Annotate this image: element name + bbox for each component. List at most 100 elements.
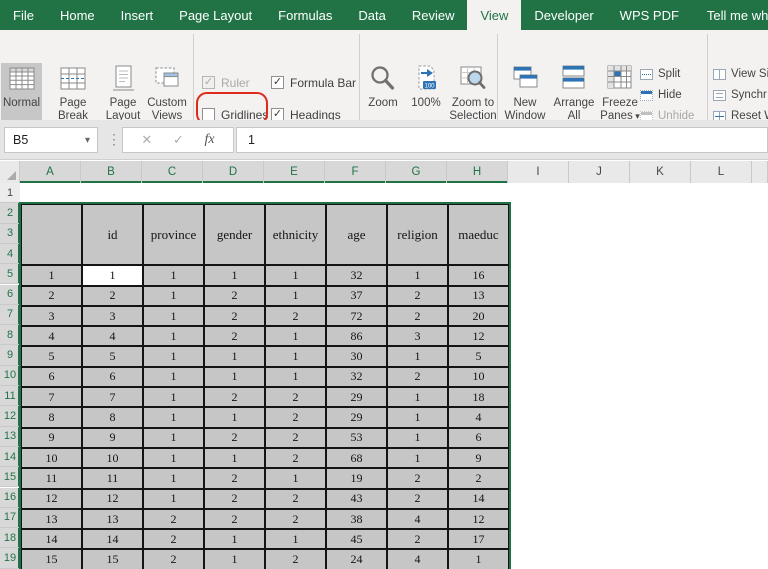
- cell-r14-c3[interactable]: 2: [144, 530, 205, 551]
- enter-icon[interactable]: ✓: [173, 132, 184, 148]
- cell-r3-c3[interactable]: 1: [144, 306, 205, 328]
- cell-r15-c2[interactable]: 15: [83, 550, 144, 569]
- cell-r1-c1[interactable]: 1: [22, 266, 83, 287]
- tab-view[interactable]: View: [467, 0, 522, 30]
- cell-r1-c5[interactable]: 1: [266, 266, 327, 287]
- cell-r9-c6[interactable]: 53: [327, 428, 388, 449]
- cancel-icon[interactable]: ✕: [141, 132, 152, 148]
- cell-r5-c4[interactable]: 1: [205, 347, 266, 368]
- cell-r1-c6[interactable]: 32: [327, 266, 388, 287]
- cell-r7-c1[interactable]: 7: [22, 388, 83, 409]
- cell-r12-c2[interactable]: 12: [83, 489, 144, 510]
- cell-r10-c1[interactable]: 10: [22, 448, 83, 470]
- cell-r8-c8[interactable]: 4: [449, 408, 510, 429]
- row-header-3[interactable]: 3: [0, 223, 20, 244]
- row-header-10[interactable]: 10: [0, 365, 20, 386]
- tab-page-layout[interactable]: Page Layout: [166, 0, 265, 30]
- cell-r11-c6[interactable]: 19: [327, 469, 388, 490]
- column-header-H[interactable]: H: [447, 161, 508, 183]
- table-header-gender[interactable]: gender: [205, 205, 266, 267]
- cell-r14-c4[interactable]: 1: [205, 530, 266, 551]
- select-all-corner[interactable]: [0, 161, 20, 183]
- cell-r6-c8[interactable]: 10: [449, 367, 510, 389]
- row-header-5[interactable]: 5: [0, 264, 20, 285]
- table-header-age[interactable]: age: [327, 205, 388, 267]
- cell-r10-c6[interactable]: 68: [327, 448, 388, 470]
- row-header-17[interactable]: 17: [0, 507, 20, 529]
- cell-r2-c8[interactable]: 13: [449, 286, 510, 307]
- cell-r4-c5[interactable]: 1: [266, 327, 327, 348]
- cell-r8-c4[interactable]: 1: [205, 408, 266, 429]
- cell-r3-c6[interactable]: 72: [327, 306, 388, 328]
- cell-r9-c7[interactable]: 1: [388, 428, 449, 449]
- cell-r15-c1[interactable]: 15: [22, 550, 83, 569]
- cell-r11-c5[interactable]: 1: [266, 469, 327, 490]
- cell-r7-c8[interactable]: 18: [449, 388, 510, 409]
- synchronous-scrolling-button[interactable]: Synchr: [713, 87, 768, 103]
- row-header-11[interactable]: 11: [0, 386, 20, 407]
- table-header-maeduc[interactable]: maeduc: [449, 205, 510, 267]
- cell-r6-c2[interactable]: 6: [83, 367, 144, 389]
- cell-r7-c4[interactable]: 2: [205, 388, 266, 409]
- row-header-15[interactable]: 15: [0, 467, 20, 488]
- cell-r1-c4[interactable]: 1: [205, 266, 266, 287]
- cell-r5-c1[interactable]: 5: [22, 347, 83, 368]
- row-header-16[interactable]: 16: [0, 487, 20, 508]
- cell-r2-c5[interactable]: 1: [266, 286, 327, 307]
- cell-r4-c8[interactable]: 12: [449, 327, 510, 348]
- cell-r14-c7[interactable]: 2: [388, 530, 449, 551]
- table-header-blank[interactable]: [22, 205, 83, 267]
- cell-r15-c6[interactable]: 24: [327, 550, 388, 569]
- cell-r15-c7[interactable]: 4: [388, 550, 449, 569]
- cell-r9-c8[interactable]: 6: [449, 428, 510, 449]
- cell-r2-c4[interactable]: 2: [205, 286, 266, 307]
- cell-r2-c3[interactable]: 1: [144, 286, 205, 307]
- cell-r6-c7[interactable]: 2: [388, 367, 449, 389]
- cell-r13-c6[interactable]: 38: [327, 509, 388, 531]
- cell-r5-c2[interactable]: 5: [83, 347, 144, 368]
- column-header-I[interactable]: I: [508, 161, 569, 183]
- cell-r8-c2[interactable]: 8: [83, 408, 144, 429]
- row-header-1[interactable]: 1: [0, 183, 20, 204]
- cell-r9-c3[interactable]: 1: [144, 428, 205, 449]
- column-header-E[interactable]: E: [264, 161, 325, 183]
- cell-r6-c1[interactable]: 6: [22, 367, 83, 389]
- table-header-religion[interactable]: religion: [388, 205, 449, 267]
- cell-r10-c3[interactable]: 1: [144, 448, 205, 470]
- cell-r3-c7[interactable]: 2: [388, 306, 449, 328]
- cell-r12-c1[interactable]: 12: [22, 489, 83, 510]
- tab-developer[interactable]: Developer: [521, 0, 606, 30]
- cell-r11-c2[interactable]: 11: [83, 469, 144, 490]
- row-header-19[interactable]: 19: [0, 548, 20, 569]
- hide-button[interactable]: Hide: [640, 87, 682, 103]
- cell-r11-c4[interactable]: 2: [205, 469, 266, 490]
- view-side-by-side-button[interactable]: View Si: [713, 66, 768, 82]
- cell-r6-c6[interactable]: 32: [327, 367, 388, 389]
- column-header-C[interactable]: C: [142, 161, 203, 183]
- cell-r3-c1[interactable]: 3: [22, 306, 83, 328]
- row-header-12[interactable]: 12: [0, 406, 20, 427]
- column-header-L[interactable]: L: [691, 161, 752, 183]
- cell-r1-c8[interactable]: 16: [449, 266, 510, 287]
- cell-r10-c5[interactable]: 2: [266, 448, 327, 470]
- cell-r8-c3[interactable]: 1: [144, 408, 205, 429]
- cell-r11-c7[interactable]: 2: [388, 469, 449, 490]
- cell-r13-c3[interactable]: 2: [144, 509, 205, 531]
- cell-r6-c4[interactable]: 1: [205, 367, 266, 389]
- row-header-2[interactable]: 2: [0, 203, 20, 224]
- column-header-F[interactable]: F: [325, 161, 386, 183]
- cell-r10-c8[interactable]: 9: [449, 448, 510, 470]
- tab-home[interactable]: Home: [47, 0, 108, 30]
- cell-r10-c2[interactable]: 10: [83, 448, 144, 470]
- column-header-G[interactable]: G: [386, 161, 447, 183]
- row-header-9[interactable]: 9: [0, 345, 20, 366]
- cell-r9-c4[interactable]: 2: [205, 428, 266, 449]
- row-header-7[interactable]: 7: [0, 304, 20, 326]
- row-header-8[interactable]: 8: [0, 325, 20, 346]
- cell-r3-c2[interactable]: 3: [83, 306, 144, 328]
- cell-r4-c6[interactable]: 86: [327, 327, 388, 348]
- cell-r8-c1[interactable]: 8: [22, 408, 83, 429]
- cell-r12-c4[interactable]: 2: [205, 489, 266, 510]
- cell-r2-c7[interactable]: 2: [388, 286, 449, 307]
- cell-r13-c4[interactable]: 2: [205, 509, 266, 531]
